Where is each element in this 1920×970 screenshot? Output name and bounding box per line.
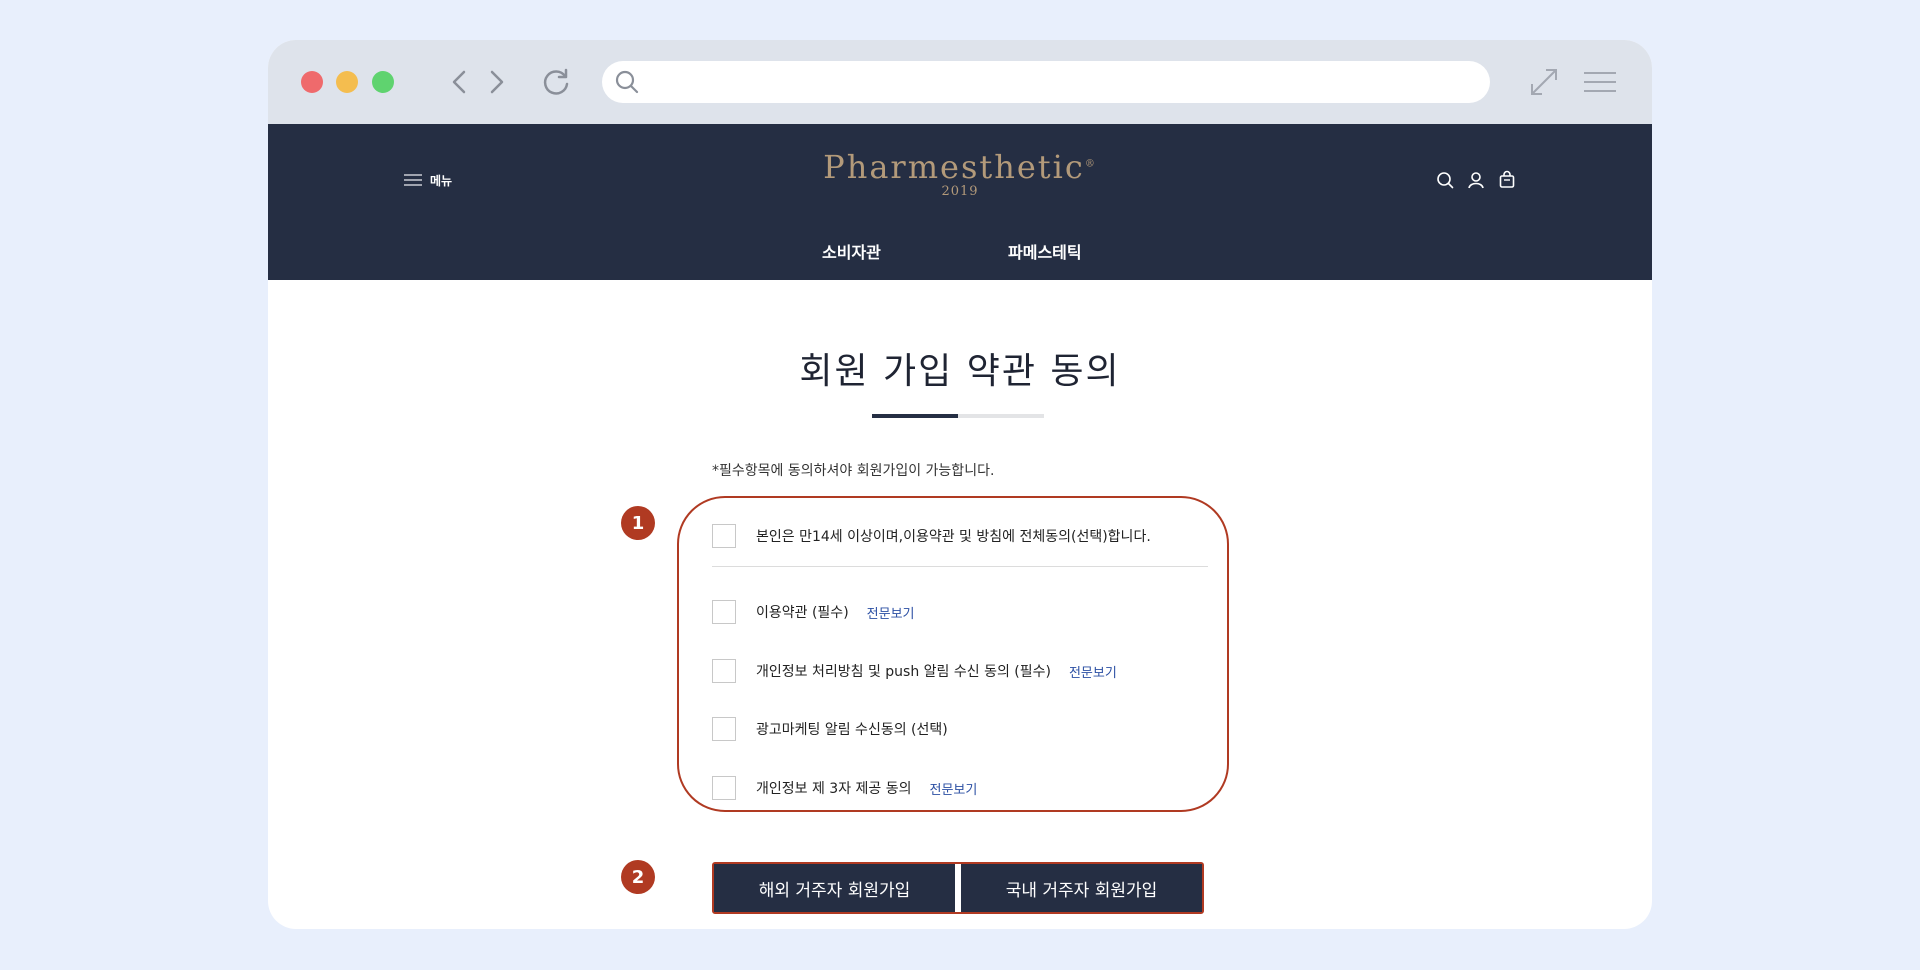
browser-window: 메뉴 Pharmesthetic® 2019 소비자관 파메스테틱 회원 가입 … xyxy=(268,40,1652,929)
close-window-button[interactable] xyxy=(301,71,323,93)
agree-all-checkbox[interactable] xyxy=(712,524,736,548)
step-marker-2: 2 xyxy=(621,860,655,894)
step-marker-1: 1 xyxy=(621,506,655,540)
third-party-checkbox[interactable] xyxy=(712,776,736,800)
view-full-text-link[interactable]: 전문보기 xyxy=(1069,662,1117,681)
signup-button-group: 해외 거주자 회원가입 국내 거주자 회원가입 xyxy=(712,862,1204,914)
browser-toolbar xyxy=(268,40,1652,124)
required-notice: *필수항목에 동의하셔야 회원가입이 가능합니다. xyxy=(712,463,995,479)
term-label: 이용약관 (필수) xyxy=(756,605,849,621)
browser-menu-icon[interactable] xyxy=(1582,64,1618,100)
back-arrow-icon[interactable] xyxy=(442,64,478,100)
domestic-signup-button[interactable]: 국내 거주자 회원가입 xyxy=(961,864,1202,912)
title-underline xyxy=(872,414,1044,418)
nav-item-pharmesthetic[interactable]: 파메스테틱 xyxy=(1008,239,1082,263)
term-row-privacy-push[interactable]: 개인정보 처리방침 및 push 알림 수신 동의 (필수) 전문보기 xyxy=(712,659,1117,683)
reload-icon[interactable] xyxy=(538,64,574,100)
site-header: 메뉴 Pharmesthetic® 2019 소비자관 파메스테틱 xyxy=(268,124,1652,280)
term-label: 광고마케팅 알림 수신동의 (선택) xyxy=(756,722,948,738)
primary-nav: 소비자관 파메스테틱 xyxy=(268,239,1652,269)
shopping-bag-icon[interactable] xyxy=(1496,169,1518,191)
url-input[interactable] xyxy=(652,67,1476,99)
term-row-marketing[interactable]: 광고마케팅 알림 수신동의 (선택) xyxy=(712,717,948,741)
search-icon[interactable] xyxy=(1434,169,1456,191)
overseas-signup-button[interactable]: 해외 거주자 회원가입 xyxy=(714,864,955,912)
divider xyxy=(712,566,1208,567)
header-actions xyxy=(1434,169,1518,191)
address-bar[interactable] xyxy=(602,61,1490,103)
user-icon[interactable] xyxy=(1465,169,1487,191)
maximize-window-button[interactable] xyxy=(372,71,394,93)
view-full-text-link[interactable]: 전문보기 xyxy=(930,779,978,798)
agree-all-label: 본인은 만14세 이상이며,이용약관 및 방침에 전체동의(선택)합니다. xyxy=(756,529,1151,545)
page-title: 회원 가입 약관 동의 xyxy=(799,351,1121,392)
forward-arrow-icon[interactable] xyxy=(478,64,514,100)
registered-mark: ® xyxy=(1084,158,1097,170)
search-icon xyxy=(615,70,639,94)
term-label: 개인정보 제 3자 제공 동의 xyxy=(756,781,912,797)
terms-of-use-checkbox[interactable] xyxy=(712,600,736,624)
title-underline-accent xyxy=(872,414,958,418)
term-label: 개인정보 처리방침 및 push 알림 수신 동의 (필수) xyxy=(756,664,1051,680)
marketing-checkbox[interactable] xyxy=(712,717,736,741)
term-row-third-party[interactable]: 개인정보 제 3자 제공 동의 전문보기 xyxy=(712,776,977,800)
expand-icon[interactable] xyxy=(1524,62,1564,102)
nav-item-consumer[interactable]: 소비자관 xyxy=(822,239,881,263)
brand-name: Pharmesthetic xyxy=(823,148,1085,186)
agree-all-row[interactable]: 본인은 만14세 이상이며,이용약관 및 방침에 전체동의(선택)합니다. xyxy=(712,524,1151,548)
privacy-push-checkbox[interactable] xyxy=(712,659,736,683)
term-row-terms-of-use[interactable]: 이용약관 (필수) 전문보기 xyxy=(712,600,915,624)
minimize-window-button[interactable] xyxy=(336,71,358,93)
view-full-text-link[interactable]: 전문보기 xyxy=(867,603,915,622)
